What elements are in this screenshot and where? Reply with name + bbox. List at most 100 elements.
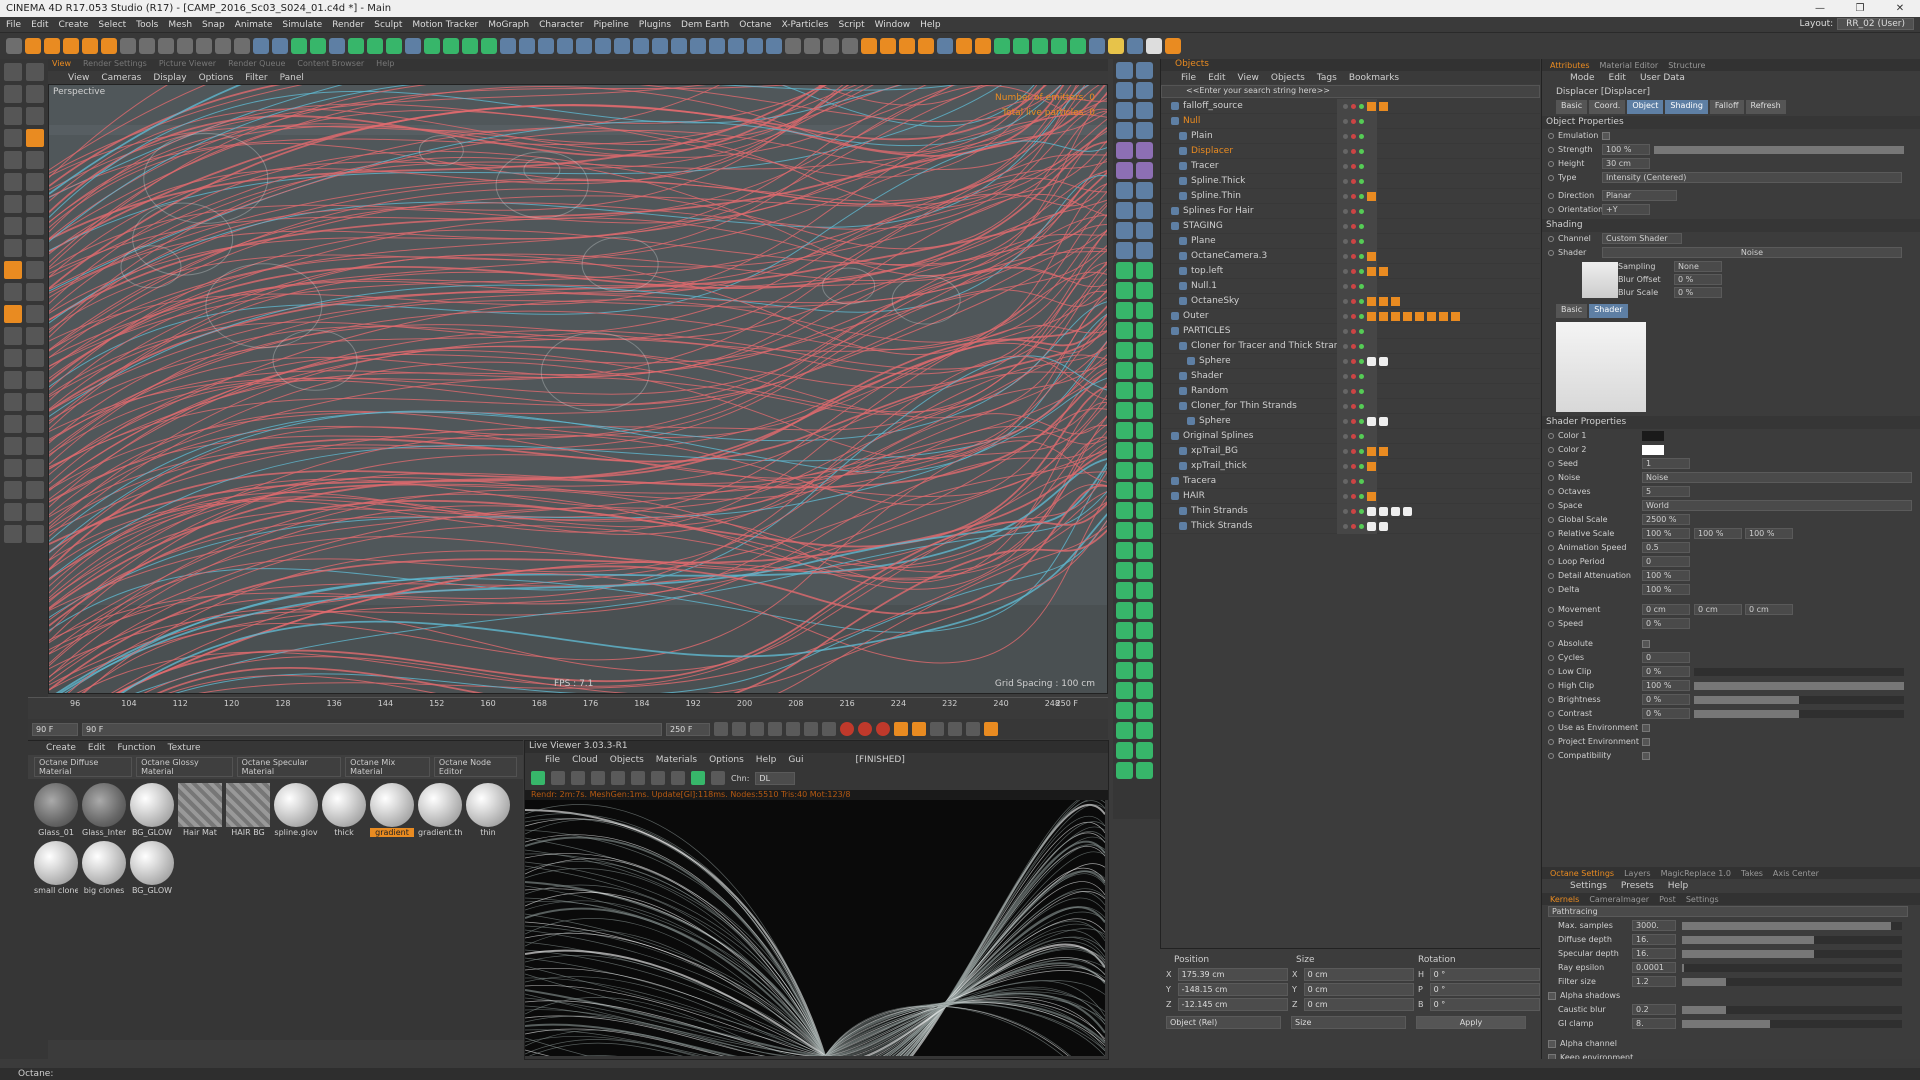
toolbar-tool-icon[interactable] (880, 38, 896, 54)
max-samples-slider[interactable] (1682, 922, 1902, 930)
tag-icon[interactable] (1367, 192, 1376, 201)
enable-check[interactable] (1359, 269, 1364, 274)
visibility-flags[interactable] (1337, 219, 1377, 234)
enable-check[interactable] (1359, 209, 1364, 214)
menu-tools[interactable]: Tools (136, 20, 158, 30)
enable-check[interactable] (1359, 404, 1364, 409)
enable-check[interactable] (1359, 134, 1364, 139)
proj-env-checkbox[interactable] (1642, 738, 1650, 746)
octane-object-icon[interactable] (1136, 502, 1153, 519)
visibility-dot[interactable] (1343, 434, 1348, 439)
visibility-dot[interactable] (1343, 494, 1348, 499)
delta-input[interactable]: 100 % (1642, 584, 1690, 595)
highclip-slider[interactable] (1694, 682, 1904, 690)
tag-icon[interactable] (1379, 102, 1388, 111)
octane-object-icon[interactable] (1116, 402, 1133, 419)
enable-check[interactable] (1359, 389, 1364, 394)
left-tool-icon[interactable] (4, 305, 22, 323)
material-type-button[interactable]: Octane Mix Material (345, 757, 430, 777)
toolbar-tool-icon[interactable] (386, 38, 402, 54)
size-input[interactable]: 0 cm (1303, 983, 1414, 996)
menu-character[interactable]: Character (539, 20, 583, 30)
object-row[interactable]: Tracer (1161, 159, 1540, 174)
blur-offset-input[interactable]: 0 % (1674, 274, 1722, 285)
menu-edit[interactable]: Edit (31, 20, 48, 30)
pla-key-icon[interactable] (966, 722, 980, 736)
octane-object-icon[interactable] (1136, 382, 1153, 399)
visibility-dot[interactable] (1343, 284, 1348, 289)
object-row[interactable]: xpTrail_thick (1161, 459, 1540, 474)
movement-input[interactable]: 0 cm (1694, 604, 1742, 615)
objects-menu-edit[interactable]: Edit (1208, 73, 1225, 83)
viewport-menu-view[interactable]: View (68, 73, 89, 83)
ray-slider[interactable] (1682, 964, 1902, 972)
toolbar-tool-icon[interactable] (348, 38, 364, 54)
left-tool-icon[interactable] (4, 437, 22, 455)
toolbar-tool-icon[interactable] (690, 38, 706, 54)
visibility-flags[interactable] (1337, 279, 1377, 294)
giclamp-input[interactable]: 8. (1632, 1018, 1676, 1029)
specular-slider[interactable] (1682, 950, 1902, 958)
visibility-flags[interactable] (1337, 339, 1377, 354)
object-name[interactable]: Thick Strands (1179, 519, 1252, 534)
viewport-tab-picture-viewer[interactable]: Picture Viewer (159, 59, 216, 71)
material-item[interactable]: thick (322, 783, 366, 837)
object-name[interactable]: Splines For Hair (1171, 204, 1254, 219)
tag-icon[interactable] (1379, 357, 1388, 366)
relative-scale-input[interactable]: 100 % (1694, 528, 1742, 539)
toolbar-tool-icon[interactable] (538, 38, 554, 54)
autokey-icon[interactable] (858, 722, 872, 736)
loop-input[interactable]: 0 (1642, 556, 1690, 567)
toolbar-tool-icon[interactable] (177, 38, 193, 54)
octane-object-icon[interactable] (1136, 242, 1153, 259)
octane-object-icon[interactable] (1116, 662, 1133, 679)
visibility-flags[interactable] (1337, 204, 1377, 219)
render-dot[interactable] (1351, 419, 1356, 424)
strength-slider[interactable] (1654, 146, 1904, 154)
material-item[interactable]: big clones (82, 841, 126, 895)
keep-env-checkbox[interactable] (1548, 1054, 1556, 1059)
object-name[interactable]: Cloner for Tracer and Thick Strands (1179, 339, 1350, 354)
material-preview[interactable] (130, 783, 174, 827)
octane-subtab-kernels[interactable]: Kernels (1550, 895, 1579, 904)
object-row[interactable]: OctaneCamera.3 (1161, 249, 1540, 264)
material-item[interactable]: BG_GLOW (130, 841, 174, 895)
pause-icon[interactable] (571, 771, 585, 785)
object-row[interactable]: Null.1 (1161, 279, 1540, 294)
octane-object-icon[interactable] (1136, 102, 1153, 119)
toolbar-tool-icon[interactable] (899, 38, 915, 54)
octane-object-icon[interactable] (1116, 462, 1133, 479)
move-key-icon[interactable] (894, 722, 908, 736)
left-tool-icon[interactable] (4, 283, 22, 301)
toolbar-tool-icon[interactable] (994, 38, 1010, 54)
toolbar-tool-icon[interactable] (82, 38, 98, 54)
object-row[interactable]: Plain (1161, 129, 1540, 144)
attr-menu-edit[interactable]: Edit (1609, 73, 1626, 83)
menu-animate[interactable]: Animate (235, 20, 273, 30)
octane-object-icon[interactable] (1136, 742, 1153, 759)
octaves-input[interactable]: 5 (1642, 486, 1690, 497)
detail-input[interactable]: 100 % (1642, 570, 1690, 581)
layout-value[interactable]: RR_02 (User) (1837, 18, 1914, 30)
rotation-input[interactable]: 0 ° (1429, 968, 1540, 981)
size-input[interactable]: 0 cm (1303, 968, 1414, 981)
render-dot[interactable] (1351, 359, 1356, 364)
toolbar-tool-icon[interactable] (310, 38, 326, 54)
live-viewer-menu-help[interactable]: Help (756, 755, 777, 765)
render-dot[interactable] (1351, 254, 1356, 259)
material-item[interactable]: spline.glov (274, 783, 318, 837)
tag-icon[interactable] (1403, 312, 1412, 321)
object-name[interactable]: PARTICLES (1171, 324, 1230, 339)
left-tool-icon[interactable] (4, 371, 22, 389)
attr-subtab-basic[interactable]: Basic (1556, 100, 1588, 114)
object-name[interactable]: xpTrail_BG (1179, 444, 1238, 459)
size-input[interactable]: 0 cm (1303, 998, 1414, 1011)
material-preview[interactable] (82, 841, 126, 885)
left-tool-icon[interactable] (26, 261, 44, 279)
send-scene-icon[interactable] (531, 771, 545, 785)
menu-select[interactable]: Select (98, 20, 126, 30)
tag-icon[interactable] (1367, 522, 1376, 531)
object-row[interactable]: Null (1161, 114, 1540, 129)
octane-object-icon[interactable] (1116, 222, 1133, 239)
object-name[interactable]: Tracer (1179, 159, 1219, 174)
